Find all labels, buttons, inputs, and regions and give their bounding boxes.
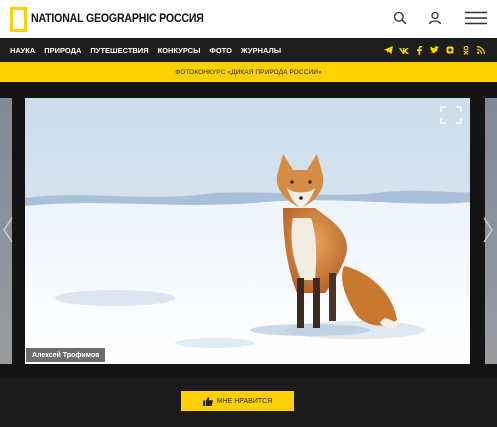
nav-item-konkursy[interactable]: КОНКУРСЫ [158,46,201,55]
vk-icon[interactable] [396,44,412,56]
nav-item-foto[interactable]: ФОТО [209,46,231,55]
nav-item-priroda[interactable]: ПРИРОДА [44,46,81,55]
like-button[interactable]: МНЕ НРАВИТСЯ [181,391,294,411]
nav-item-nauka[interactable]: НАУКА [10,46,35,55]
top-header: NATIONAL GEOGRAPHIC РОССИЯ [0,0,497,38]
site-logo[interactable]: NATIONAL GEOGRAPHIC РОССИЯ [10,5,219,33]
logo-text: NATIONAL GEOGRAPHIC РОССИЯ [31,13,204,25]
odnoklassniki-icon[interactable] [458,44,474,56]
next-slide-arrow-icon[interactable] [482,216,494,244]
previous-slide-arrow-icon[interactable] [2,216,14,244]
nav-item-puteshestviya[interactable]: ПУТЕШЕСТВИЯ [90,46,148,55]
fox-photo-image [25,98,470,364]
yellow-border-logo-icon [10,6,27,32]
telegram-icon[interactable] [381,44,397,56]
twitter-icon[interactable] [427,44,443,56]
menu-icon[interactable] [464,8,488,28]
photo-credit-text: Алексей Трофимов [32,351,100,359]
social-links [381,38,490,62]
facebook-icon[interactable] [412,44,428,56]
rss-icon[interactable] [474,44,490,56]
photo-credit: Алексей Трофимов [26,348,106,362]
instagram-icon[interactable] [443,44,459,56]
nav-list: НАУКА ПРИРОДА ПУТЕШЕСТВИЯ КОНКУРСЫ ФОТО … [10,38,290,62]
photo-slider: Алексей Трофимов [0,82,497,378]
fullscreen-icon[interactable] [440,106,462,124]
main-nav: НАУКА ПРИРОДА ПУТЕШЕСТВИЯ КОНКУРСЫ ФОТО … [0,38,497,62]
banner-text: ФОТОКОНКУРС «ДИКАЯ ПРИРОДА РОССИИ» [175,68,322,76]
slide-photo[interactable] [25,98,470,364]
thumbs-up-icon [202,396,213,406]
contest-banner[interactable]: ФОТОКОНКУРС «ДИКАЯ ПРИРОДА РОССИИ» [0,62,497,82]
search-icon[interactable] [390,8,410,28]
user-icon[interactable] [425,8,445,28]
like-button-label: МНЕ НРАВИТСЯ [216,397,273,405]
nav-item-zhurnaly[interactable]: ЖУРНАЛЫ [241,46,281,55]
